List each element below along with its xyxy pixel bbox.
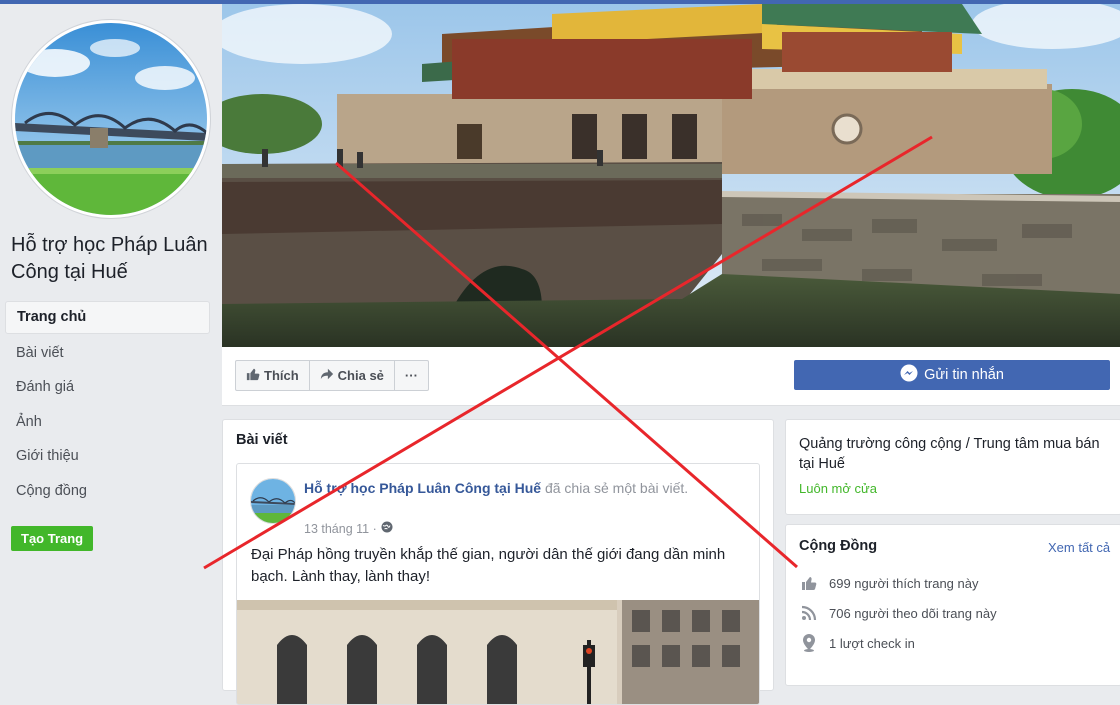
open-hours: Luôn mở cửa xyxy=(799,481,877,496)
post-action-text: đã chia sẻ một bài viết. xyxy=(544,480,689,496)
more-dots-icon: ··· xyxy=(404,368,418,383)
cover-photo[interactable] xyxy=(222,4,1120,347)
community-title: Cộng Đồng xyxy=(799,538,878,554)
post-date[interactable]: 13 tháng 11 · xyxy=(304,522,377,536)
nav-item-about[interactable]: Giới thiệu xyxy=(5,441,210,472)
post-author-link[interactable]: Hỗ trợ học Pháp Luân Công tại Huế xyxy=(304,480,541,496)
bridge-photo xyxy=(15,23,207,215)
follows-count: 706 người theo dõi trang này xyxy=(829,605,997,621)
page-avatar[interactable] xyxy=(12,20,210,218)
left-sidebar: Hỗ trợ học Pháp Luân Công tại Huế Trang … xyxy=(0,4,222,678)
page-navigation: Trang chủ Bài viết Đánh giá Ảnh Giới thi… xyxy=(5,301,210,510)
post-author-avatar[interactable] xyxy=(250,478,296,524)
see-all-link[interactable]: Xem tất cả xyxy=(1048,540,1110,555)
post-header: Hỗ trợ học Pháp Luân Công tại Huế đã chi… xyxy=(304,478,744,498)
share-icon xyxy=(320,367,334,384)
like-label: Thích xyxy=(264,368,299,383)
nav-item-community[interactable]: Cộng đồng xyxy=(5,476,210,507)
posts-section: Bài viết Hỗ trợ học Pháp Luân Công tại H… xyxy=(222,419,774,705)
post-card: Hỗ trợ học Pháp Luân Công tại Huế đã chi… xyxy=(236,463,760,705)
page-action-bar: Thích Chia sẻ ··· Gửi tin nhắn xyxy=(222,347,1120,406)
follows-row: 706 người theo dõi trang này xyxy=(799,603,997,623)
checkins-row: 1 lượt check in xyxy=(799,633,915,653)
likes-row: 699 người thích trang này xyxy=(799,573,979,593)
community-card: Cộng Đồng Xem tất cả 699 người thích tra… xyxy=(785,524,1120,686)
location-pin-icon xyxy=(799,633,819,653)
send-message-label: Gửi tin nhắn xyxy=(924,367,1004,383)
nav-item-photos[interactable]: Ảnh xyxy=(5,407,210,438)
like-page-button[interactable]: Thích xyxy=(236,361,310,390)
citadel-gate-image xyxy=(222,4,1120,347)
page-name[interactable]: Hỗ trợ học Pháp Luân Công tại Huế xyxy=(11,232,216,286)
bridge-thumbnail xyxy=(251,479,295,523)
create-page-button[interactable]: Tạo Trang xyxy=(11,526,94,551)
post-text: Đại Pháp hồng truyền khắp thế gian, ngườ… xyxy=(251,546,726,585)
send-message-button[interactable]: Gửi tin nhắn xyxy=(794,360,1110,390)
thumbs-up-icon xyxy=(246,367,260,384)
messenger-icon xyxy=(900,364,918,386)
nav-item-posts[interactable]: Bài viết xyxy=(5,338,210,369)
nav-item-home[interactable]: Trang chủ xyxy=(5,301,210,334)
share-label: Chia sẻ xyxy=(337,368,384,383)
checkins-count: 1 lượt check in xyxy=(829,635,915,651)
likes-count: 699 người thích trang này xyxy=(829,575,979,591)
rss-follow-icon xyxy=(799,603,819,623)
street-photo xyxy=(237,600,759,704)
post-meta: 13 tháng 11 · xyxy=(304,521,393,536)
more-options-button[interactable]: ··· xyxy=(395,361,428,390)
page-actions-group: Thích Chia sẻ ··· xyxy=(235,360,429,391)
nav-item-reviews[interactable]: Đánh giá xyxy=(5,372,210,403)
share-page-button[interactable]: Chia sẻ xyxy=(310,361,395,390)
page-category[interactable]: Quảng trường công cộng / Trung tâm mua b… xyxy=(799,434,1104,474)
post-photo[interactable] xyxy=(237,600,759,704)
globe-icon xyxy=(381,521,393,536)
thumbs-up-icon xyxy=(799,573,819,593)
posts-section-title: Bài viết xyxy=(236,432,288,448)
page-info-card: Quảng trường công cộng / Trung tâm mua b… xyxy=(785,419,1120,515)
